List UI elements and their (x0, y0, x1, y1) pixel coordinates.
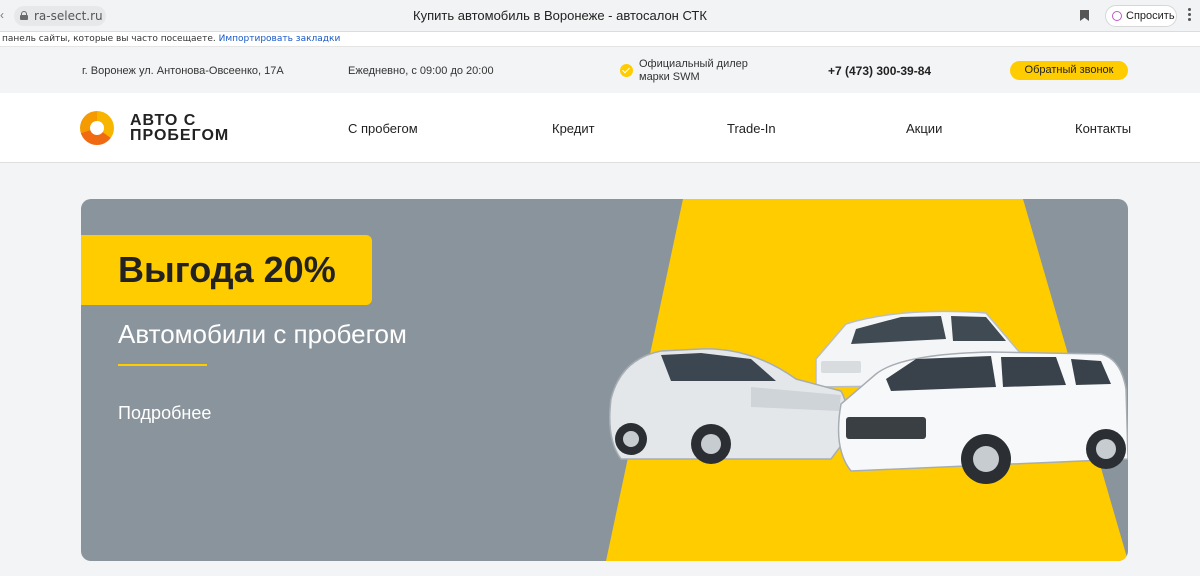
phone-link[interactable]: +7 (473) 300-39-84 (828, 64, 931, 78)
callback-button[interactable]: Обратный звонок (1010, 61, 1128, 80)
info-bar: г. Воронеж ул. Антонова-Овсеенко, 17А Еж… (0, 48, 1200, 93)
address-bar[interactable]: ra-select.ru (14, 6, 106, 26)
banner-title: Автомобили с пробегом (118, 319, 407, 349)
url-text: ra-select.ru (34, 9, 103, 23)
bookmarks-bar: панель сайты, которые вы часто посещаете… (0, 32, 1200, 47)
nav-item-promotions[interactable]: Акции (906, 121, 942, 136)
dealer-line-2: марки SWM (639, 71, 700, 83)
nav-item-used[interactable]: С пробегом (348, 121, 418, 136)
promo-banner[interactable]: Выгода 20% Автомобили с пробегом Подробн… (81, 199, 1128, 561)
page-title: Купить автомобиль в Воронеже - автосалон… (413, 8, 707, 23)
hours-text: Ежедневно, с 09:00 до 20:00 (348, 65, 494, 77)
assistant-icon (1112, 11, 1122, 21)
bookmarks-hint: панель сайты, которые вы часто посещаете… (2, 34, 216, 44)
logo-icon[interactable] (80, 111, 114, 145)
bookmark-icon[interactable] (1080, 10, 1089, 21)
menu-icon[interactable] (1188, 8, 1191, 23)
browser-toolbar: ‹ ra-select.ru Купить автомобиль в Ворон… (0, 0, 1200, 32)
import-bookmarks-link[interactable]: Импортировать закладки (219, 34, 341, 44)
check-icon (620, 64, 633, 77)
nav-item-trade-in[interactable]: Trade-In (727, 121, 776, 136)
logo-line-1: АВТО С (130, 112, 197, 129)
main-nav: АВТО С ПРОБЕГОМ С пробегом Кредит Trade-… (0, 93, 1200, 163)
back-icon[interactable]: ‹ (0, 8, 4, 22)
logo-line-2: ПРОБЕГОМ (130, 127, 230, 144)
banner-underline (118, 364, 207, 366)
benefit-badge: Выгода 20% (81, 235, 372, 305)
nav-item-contacts[interactable]: Контакты (1075, 121, 1131, 136)
lock-icon (20, 11, 28, 20)
logo-text[interactable]: АВТО С ПРОБЕГОМ (130, 112, 230, 144)
cars-image (609, 310, 1128, 484)
more-link[interactable]: Подробнее (118, 403, 211, 424)
nav-item-credit[interactable]: Кредит (552, 121, 595, 136)
ask-button[interactable]: Спросить (1105, 5, 1177, 27)
sedan-car (609, 348, 849, 464)
suv-car (837, 351, 1128, 484)
address-text: г. Воронеж ул. Антонова-Овсеенко, 17А (82, 65, 284, 77)
ask-label: Спросить (1126, 10, 1175, 22)
benefit-text: Выгода 20% (118, 249, 336, 290)
dealer-line-1: Официальный дилер (639, 58, 748, 70)
dealer-text: Официальный дилер марки SWM (639, 58, 748, 84)
